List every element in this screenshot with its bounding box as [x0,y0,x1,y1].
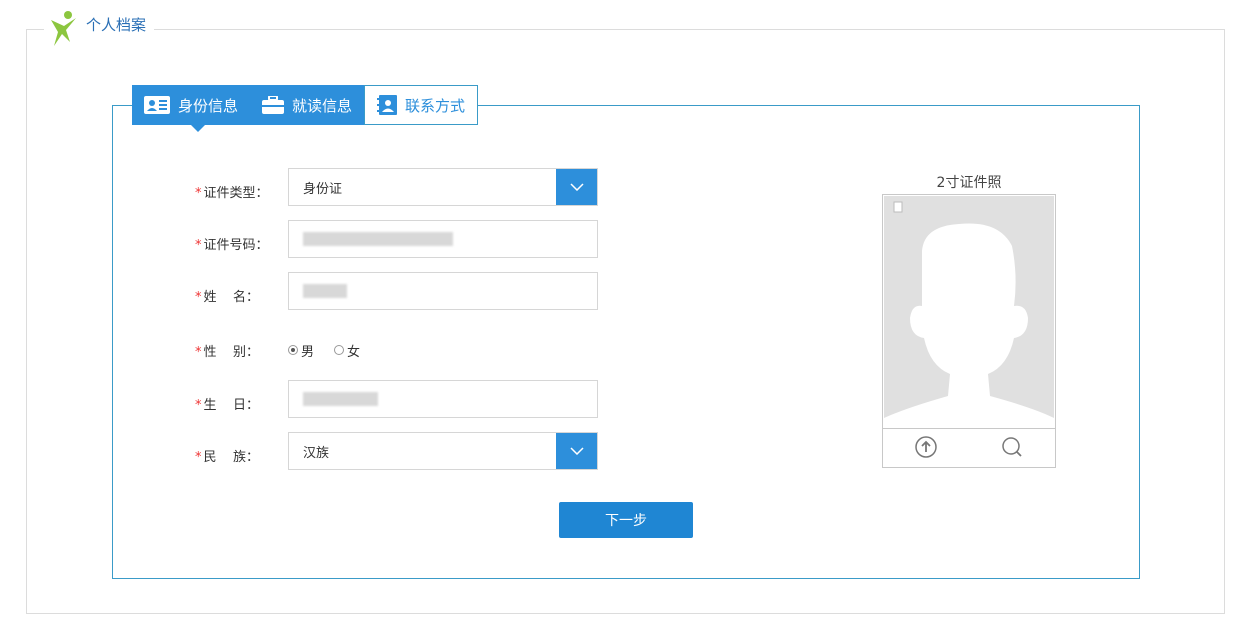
tab-enrollment[interactable]: 就读信息 [250,85,365,125]
tab-bar: 身份信息 就读信息 联系方式 [132,85,479,125]
ethnicity-label: 民 族： [203,449,260,465]
tab-identity[interactable]: 身份信息 [132,85,251,125]
gender-radio-female[interactable] [334,345,345,355]
gender-label: 性 别： [203,344,260,360]
gender-male-label[interactable]: 男 [301,341,314,360]
tab-enrollment-label: 就读信息 [292,96,353,115]
section-title: 个人档案 [86,15,147,34]
gender-radio-male[interactable] [288,345,298,355]
id-number-field[interactable] [288,220,598,258]
row-id-number: * 证件号码： [195,237,269,253]
gender-radio-group: 男 女 [288,339,360,361]
photo-toolbar [883,428,1055,468]
redacted-value [303,392,378,406]
tab-identity-label: 身份信息 [178,96,239,115]
name-field[interactable] [288,272,598,310]
contact-book-icon [377,95,398,115]
row-id-type: * 证件类型： [195,185,269,201]
id-card-icon [144,96,170,114]
row-birthday: * 生 日： [195,397,260,413]
running-person-icon [51,11,76,46]
person-silhouette-icon [884,196,1054,428]
id-type-value: 身份证 [303,181,343,197]
row-gender: * 性 别： [195,344,260,360]
photo-title: 2寸证件照 [936,175,1002,191]
section-legend: 个人档案 [44,8,155,48]
active-tab-pointer [190,124,206,132]
id-type-select[interactable]: 身份证 [288,168,598,206]
tab-contact-label: 联系方式 [405,96,466,115]
birthday-label: 生 日： [203,397,260,413]
ethnicity-value: 汉族 [303,445,330,461]
chevron-down-icon[interactable] [556,433,597,469]
name-label: 姓 名： [203,289,260,305]
upload-icon[interactable] [914,435,938,463]
ethnicity-select[interactable]: 汉族 [288,432,598,470]
redacted-value [303,284,347,298]
chevron-down-icon[interactable] [556,169,597,205]
id-type-label: 证件类型： [203,185,269,201]
photo-box [882,194,1056,468]
row-name: * 姓 名： [195,289,260,305]
id-number-label: 证件号码： [203,237,269,253]
briefcase-icon [262,96,285,114]
row-ethnicity: * 民 族： [195,449,260,465]
gender-female-label[interactable]: 女 [347,341,360,360]
birthday-field[interactable] [288,380,598,418]
next-step-button[interactable]: 下一步 [559,502,693,538]
search-icon[interactable] [1000,435,1024,463]
redacted-value [303,232,453,246]
tab-contact[interactable]: 联系方式 [364,85,479,125]
avatar-placeholder[interactable] [884,196,1054,428]
